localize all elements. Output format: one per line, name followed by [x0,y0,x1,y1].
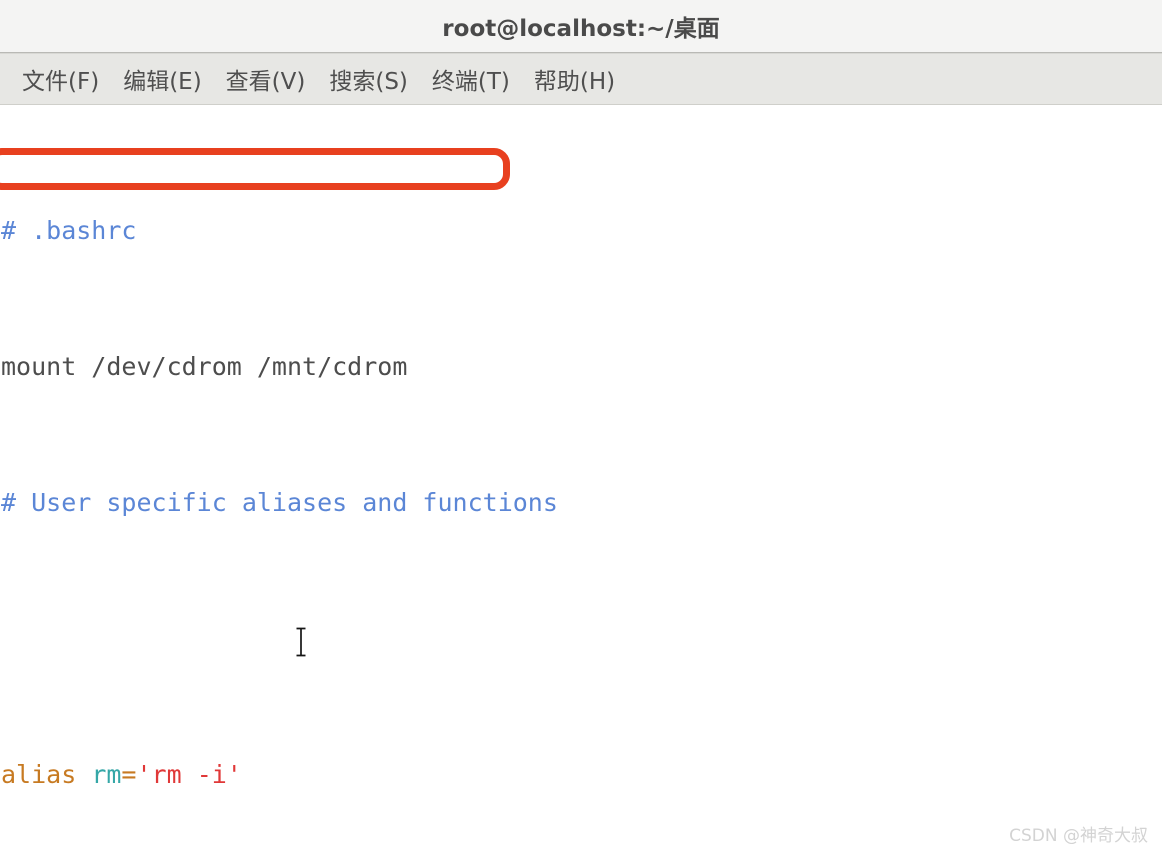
mount-command-text: mount /dev/cdrom /mnt/cdrom [1,352,408,381]
code-line-mount-command: mount /dev/cdrom /mnt/cdrom [1,350,1162,384]
vim-buffer[interactable]: # .bashrc mount /dev/cdrom /mnt/cdrom # … [0,112,1162,856]
comment-text: # User specific aliases and functions [1,488,558,517]
menu-terminal[interactable]: 终端(T) [420,59,522,99]
red-highlight-annotation [0,148,510,190]
comment-text: # .bashrc [1,216,137,245]
window-title: root@localhost:~/桌面 [442,16,720,42]
menu-edit[interactable]: 编辑(E) [111,59,213,99]
menu-search[interactable]: 搜索(S) [317,59,420,99]
menu-bar: 文件(F) 编辑(E) 查看(V) 搜索(S) 终端(T) 帮助(H) [0,53,1162,105]
code-line-bashrc-comment: # .bashrc [1,214,1162,248]
menu-help[interactable]: 帮助(H) [522,59,627,99]
code-line-alias-rm: alias rm='rm -i' [1,758,1162,792]
title-bar: root@localhost:~/桌面 [0,0,1162,54]
terminal-body[interactable]: # .bashrc mount /dev/cdrom /mnt/cdrom # … [0,105,1162,856]
menu-view[interactable]: 查看(V) [214,59,318,99]
alias-name: rm [91,760,122,789]
watermark-text: CSDN @神奇大叔 [1009,826,1148,846]
menu-file[interactable]: 文件(F) [10,59,111,99]
code-line-user-comment: # User specific aliases and functions [1,486,1162,520]
assign-operator: = [121,760,137,789]
alias-value: 'rm -i' [136,760,242,789]
terminal-window: root@localhost:~/桌面 文件(F) 编辑(E) 查看(V) 搜索… [0,0,1162,856]
alias-keyword: alias [1,760,92,789]
